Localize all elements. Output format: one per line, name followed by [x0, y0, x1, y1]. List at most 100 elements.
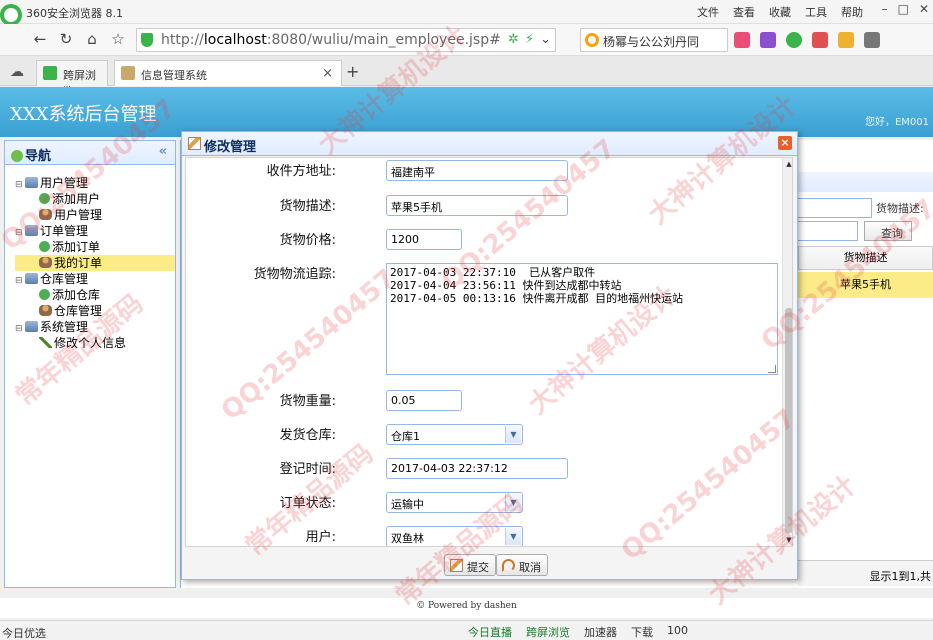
- chevron-down-icon[interactable]: ▼: [505, 494, 521, 511]
- address-bar[interactable]: http://localhost:8080/wuliu/main_employe…: [136, 28, 556, 52]
- grid-row-cell[interactable]: 苹果5手机: [798, 272, 933, 298]
- address-label: 收件方地址:: [266, 164, 336, 179]
- scroll-thumb[interactable]: [785, 308, 792, 533]
- weight-input[interactable]: 0.05: [386, 390, 462, 411]
- status-select[interactable]: 运输中 ▼: [386, 492, 523, 513]
- refresh-icon[interactable]: ↻: [56, 29, 76, 49]
- search-text: 杨幂与公公刘丹同: [603, 35, 700, 49]
- tree-item-add-order[interactable]: 添加订单: [15, 239, 175, 255]
- dialog-close-icon[interactable]: ×: [778, 136, 792, 150]
- menu-view[interactable]: 查看: [733, 4, 755, 20]
- time-label: 登记时间:: [279, 462, 336, 477]
- toolbar-icons: [734, 32, 880, 48]
- tree-item-warehouse-manage[interactable]: 仓库管理: [15, 303, 175, 319]
- price-label: 货物价格:: [279, 233, 336, 248]
- close-window-icon[interactable]: ✕: [919, 2, 929, 16]
- user-label: 用户:: [305, 530, 336, 545]
- cancel-button[interactable]: 取消: [496, 554, 548, 576]
- url-tool-icons: ✲ ⚡ ⌄: [508, 32, 551, 47]
- add-icon: [39, 289, 50, 300]
- status-accelerator[interactable]: 加速器: [584, 624, 617, 640]
- submit-button[interactable]: 提交: [444, 554, 496, 576]
- new-tab-icon[interactable]: +: [346, 62, 359, 81]
- nav-panel: 导航 « ⊟ 用户管理 添加用户 用户管理 ⊟ 订单管理 添加订单 我的订单 ⊟ 仓库…: [4, 140, 176, 588]
- query-button[interactable]: 查询: [864, 221, 912, 241]
- star-icon[interactable]: ☆: [108, 29, 128, 49]
- cloud-icon[interactable]: ☁: [10, 64, 24, 80]
- adblock-icon[interactable]: [812, 32, 828, 48]
- menu-tools[interactable]: 工具: [805, 4, 827, 20]
- tree-group-orders[interactable]: ⊟ 订单管理: [15, 223, 175, 239]
- user-select[interactable]: 双鱼林 ▼: [386, 526, 523, 546]
- browser-tabbar: ☁ 跨屏浏览 信息管理系统 × +: [0, 56, 933, 98]
- dialog-buttons: 提交 取消: [182, 550, 797, 580]
- user-icon: [39, 305, 52, 316]
- nav-panel-title: 导航 «: [5, 141, 175, 165]
- tracking-textarea[interactable]: 2017-04-03 22:37:10 已从客户取件 2017-04-04 23…: [386, 263, 778, 375]
- background-select[interactable]: [796, 221, 858, 241]
- extension-icon[interactable]: [838, 32, 854, 48]
- browser-titlebar: 360安全浏览器 8.1 文件 查看 收藏 工具 帮助 – □ ✕: [0, 0, 933, 26]
- tree-item-edit-profile[interactable]: 修改个人信息: [15, 335, 175, 351]
- apps-grid-icon[interactable]: [734, 32, 750, 48]
- maximize-icon[interactable]: □: [898, 2, 909, 16]
- browser-navbar: ← ↻ ⌂ ☆ http://localhost:8080/wuliu/main…: [0, 24, 933, 56]
- dialog-scrollbar[interactable]: ▲ ▼: [782, 158, 792, 546]
- compat-mode-icon[interactable]: ✲: [508, 32, 519, 47]
- close-tab-icon[interactable]: ×: [322, 66, 333, 81]
- money-icon[interactable]: [786, 32, 802, 48]
- menu-help[interactable]: 帮助: [841, 4, 863, 20]
- chevron-down-icon[interactable]: ▼: [505, 528, 521, 545]
- bookmark-icon[interactable]: [760, 32, 776, 48]
- price-input[interactable]: 1200: [386, 229, 462, 250]
- back-arrow-icon[interactable]: ←: [30, 29, 50, 49]
- menu-favorites[interactable]: 收藏: [769, 4, 791, 20]
- undo-icon: [502, 559, 515, 572]
- background-field-label: 货物描述:: [876, 202, 924, 215]
- tree-group-warehouse[interactable]: ⊟ 仓库管理: [15, 271, 175, 287]
- address-input[interactable]: 福建南平: [386, 160, 568, 181]
- scroll-up-icon[interactable]: ▲: [783, 160, 792, 170]
- add-icon: [39, 241, 50, 252]
- status-zoom[interactable]: 100: [667, 624, 688, 640]
- tree-item-user-manage[interactable]: 用户管理: [15, 207, 175, 223]
- tree-item-add-warehouse[interactable]: 添加仓库: [15, 287, 175, 303]
- scroll-down-icon[interactable]: ▼: [783, 536, 792, 546]
- tab-info-system[interactable]: 信息管理系统 ×: [114, 60, 342, 86]
- status-cross-screen[interactable]: 跨屏浏览: [526, 624, 570, 640]
- tree-group-users[interactable]: ⊟ 用户管理: [15, 175, 175, 191]
- folder-icon: [25, 225, 38, 236]
- home-icon[interactable]: ⌂: [82, 29, 102, 49]
- status-live[interactable]: 今日直播: [468, 624, 512, 640]
- search-box[interactable]: 杨幂与公公刘丹同: [580, 28, 728, 52]
- tab-cross-screen[interactable]: 跨屏浏览: [36, 60, 108, 98]
- grid-toolbar: [798, 172, 933, 192]
- tree-item-my-orders[interactable]: 我的订单: [15, 255, 175, 271]
- dialog-title: 修改管理: [204, 140, 257, 155]
- minimize-icon[interactable]: –: [882, 2, 888, 16]
- tree-item-add-user[interactable]: 添加用户: [15, 191, 175, 207]
- status-today-picks[interactable]: 今日优选: [2, 625, 46, 640]
- menu-file[interactable]: 文件: [697, 4, 719, 20]
- desc-input[interactable]: 苹果5手机: [386, 195, 568, 216]
- browser-menu-bar: 文件 查看 收藏 工具 帮助: [697, 4, 863, 20]
- grid-column-header[interactable]: 货物描述: [798, 246, 933, 270]
- resize-handle[interactable]: [768, 365, 776, 373]
- chevron-down-icon[interactable]: ▼: [505, 426, 521, 443]
- status-download[interactable]: 下载: [631, 624, 653, 640]
- warehouse-select[interactable]: 仓库1 ▼: [386, 424, 523, 445]
- folder-icon: [25, 273, 38, 284]
- background-search-input[interactable]: [796, 198, 872, 218]
- folder-icon: [25, 321, 38, 332]
- status-tools: 今日直播 跨屏浏览 加速器 下载 100: [468, 624, 688, 640]
- page-footer: © Powered by dashen: [0, 598, 933, 618]
- pencil-icon: [39, 337, 52, 348]
- speed-icon[interactable]: ⚡: [525, 32, 534, 47]
- collapse-icon[interactable]: «: [159, 144, 167, 159]
- system-name: XXX系统后台管理: [10, 104, 157, 125]
- tree-group-system[interactable]: ⊟ 系统管理: [15, 319, 175, 335]
- dropdown-icon[interactable]: ⌄: [540, 32, 551, 47]
- security-shield-icon: [141, 33, 153, 47]
- time-input[interactable]: 2017-04-03 22:37:12: [386, 458, 568, 479]
- screenshot-icon[interactable]: [864, 32, 880, 48]
